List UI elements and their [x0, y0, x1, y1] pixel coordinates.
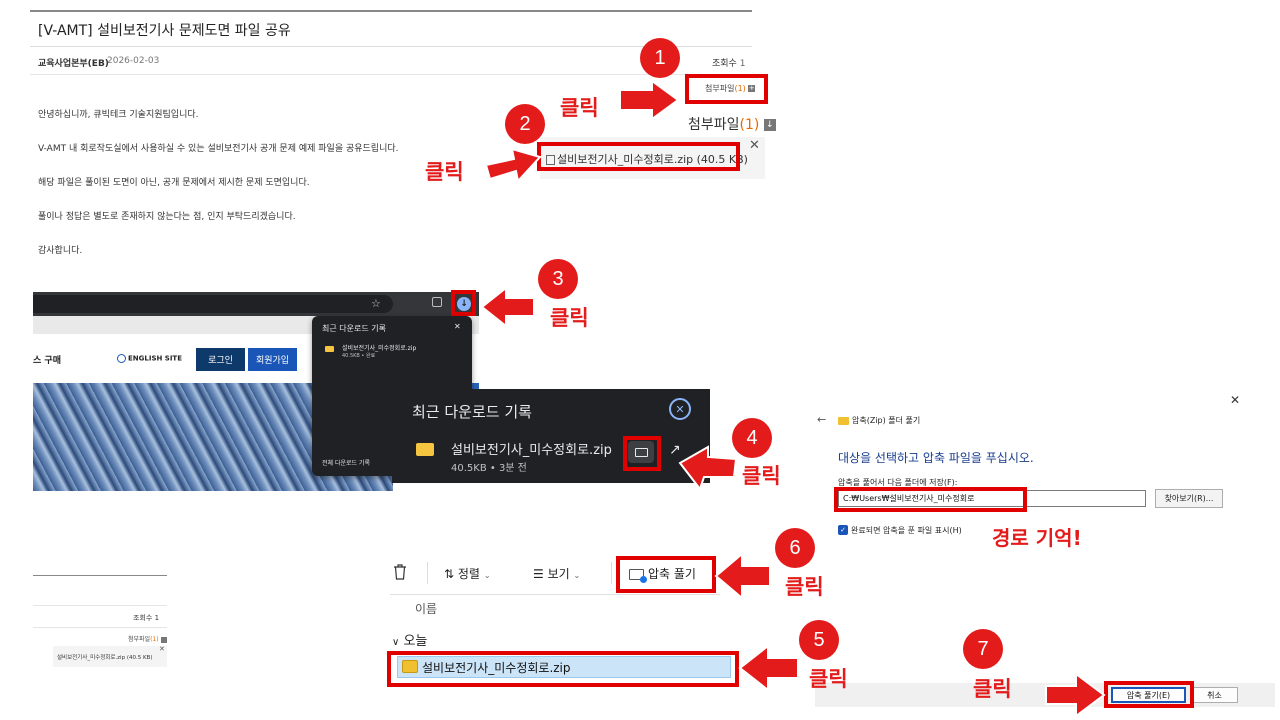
english-site-link[interactable]: ENGLISH SITE — [117, 354, 182, 363]
highlight-5 — [387, 651, 739, 687]
toolbar-separator — [427, 562, 428, 584]
zip-folder-icon — [416, 443, 434, 456]
thumb-rule-mid — [33, 605, 167, 606]
download-popup-close[interactable]: ✕ — [454, 322, 461, 331]
browse-button[interactable]: 찾아보기(R)... — [1155, 489, 1223, 508]
download-popup-title: 최근 다운로드 기록 — [322, 324, 386, 333]
arrow-6-icon — [714, 552, 771, 600]
post-date: 2026-02-03 — [107, 56, 160, 66]
close-icon[interactable]: ✕ — [159, 645, 165, 653]
step-7-badge: 7 — [963, 629, 1003, 669]
arrow-3-icon — [480, 286, 535, 328]
view-button[interactable]: ☰ 보기 ⌄ — [533, 565, 580, 582]
dialog-close-icon[interactable]: ✕ — [1230, 393, 1240, 407]
post-top-rule — [30, 10, 752, 12]
zip-folder-icon — [838, 417, 849, 425]
download-zoom-file[interactable]: 설비보전기사_미수정회로.zip — [451, 439, 612, 458]
highlight-7 — [1104, 681, 1194, 708]
back-arrow-icon[interactable]: ← — [817, 413, 826, 426]
highlight-4 — [623, 436, 661, 471]
step-6-badge: 6 — [775, 528, 815, 568]
arrow-5-icon — [738, 644, 799, 692]
star-icon[interactable]: ☆ — [371, 297, 381, 310]
remember-path-note: 경로 기억! — [992, 526, 1082, 550]
view-list-icon: ☰ — [533, 567, 544, 581]
arrow-1-icon — [619, 80, 680, 120]
thumb-attachments[interactable]: 첨부파일(1) — [128, 634, 167, 643]
close-icon[interactable]: ✕ — [749, 138, 760, 153]
post-title: [V-AMT] 설비보전기사 문제도면 파일 공유 — [38, 23, 291, 39]
toolbar-separator — [611, 562, 612, 584]
arrow-2-icon — [484, 147, 542, 184]
click-label-3: 클릭 — [550, 306, 589, 330]
explorer-toolbar-rule — [390, 594, 720, 595]
post-views: 조회수 1 — [712, 59, 746, 69]
post-body-line-1: 안녕하십니까, 큐빅테크 기술지원팀입니다. — [38, 110, 199, 120]
delete-icon[interactable] — [393, 564, 407, 580]
download-zoom-title: 최근 다운로드 기록 — [412, 403, 532, 421]
highlight-6 — [616, 556, 716, 593]
thumb-rule-2 — [33, 627, 167, 628]
attachment-header[interactable]: 첨부파일(1) ↓ — [688, 114, 776, 134]
chevron-down-icon: ⌄ — [483, 571, 491, 580]
site-nav-partial[interactable]: 스 구매 — [33, 353, 61, 366]
signup-button[interactable]: 회원가입 — [248, 348, 297, 371]
plus-icon — [160, 636, 167, 643]
thumb-views: 조회수 1 — [133, 614, 160, 622]
sort-button[interactable]: ⇅ 정렬 ⌄ — [444, 565, 491, 582]
download-popup-all-link[interactable]: 전체 다운로드 기록 — [322, 458, 370, 467]
highlight-2 — [537, 142, 740, 171]
download-popup-meta: 40.5KB • 완료 — [342, 353, 376, 359]
thumb-rule-top — [33, 575, 167, 576]
globe-icon — [117, 354, 126, 363]
chevron-down-icon: ⌄ — [573, 571, 581, 580]
click-label-1: 클릭 — [560, 96, 599, 120]
browser-addressbar[interactable] — [33, 295, 393, 313]
step-1-badge: 1 — [640, 38, 680, 78]
show-files-label: 완료되면 압축을 푼 파일 표시(H) — [851, 526, 962, 535]
dialog-title: 압축(Zip) 폴더 풀기 — [852, 416, 921, 425]
click-label-7: 클릭 — [973, 677, 1012, 701]
sort-icon: ⇅ — [444, 567, 455, 581]
cancel-button[interactable]: 취소 — [1191, 687, 1238, 703]
download-arrow-icon: ↓ — [763, 119, 776, 131]
download-popup-file[interactable]: 설비보전기사_미수정회로.zip — [342, 343, 416, 352]
arrow-7-icon — [1045, 672, 1106, 718]
column-name-header[interactable]: 이름 — [415, 600, 437, 617]
click-label-6: 클릭 — [785, 575, 824, 599]
click-label-4: 클릭 — [742, 464, 781, 488]
highlight-path — [834, 487, 1027, 512]
folder-icon — [325, 346, 334, 352]
click-label-2: 클릭 — [425, 160, 464, 184]
step-5-badge: 5 — [799, 620, 839, 660]
post-body-line-3: 해당 파일은 풀이된 도면이 아닌, 공개 문제에서 제시한 문제 도면입니다. — [38, 178, 310, 188]
extension-icon[interactable] — [432, 297, 442, 307]
close-circle-icon[interactable]: ✕ — [669, 398, 691, 420]
step-3-badge: 3 — [538, 259, 578, 299]
highlight-3 — [451, 290, 476, 316]
highlight-1 — [685, 74, 768, 104]
arrow-4-icon — [678, 445, 738, 491]
post-body-line-5: 감사합니다. — [38, 246, 83, 256]
download-zoom-meta: 40.5KB • 3분 전 — [451, 463, 527, 474]
click-label-5: 클릭 — [809, 667, 848, 691]
group-today[interactable]: ∨ 오늘 — [392, 630, 427, 649]
post-author: 교육사업본부(EB) — [38, 59, 109, 69]
show-files-checkbox[interactable]: ✓ — [838, 525, 848, 535]
thumb-file[interactable]: 설비보전기사_미수정회로.zip (40.5 KB) — [57, 653, 152, 661]
dialog-heading: 대상을 선택하고 압축 파일을 푸십시오. — [838, 451, 1034, 465]
post-meta-rule — [30, 74, 752, 75]
login-button[interactable]: 로그인 — [196, 348, 245, 371]
chevron-down-icon: ∨ — [392, 637, 400, 648]
post-body-line-4: 풀이나 정답은 별도로 존재하지 않는다는 점, 인지 부탁드리겠습니다. — [38, 212, 296, 222]
post-body-line-2: V-AMT 내 회로작도실에서 사용하실 수 있는 설비보전기사 공개 문제 예… — [38, 144, 399, 154]
